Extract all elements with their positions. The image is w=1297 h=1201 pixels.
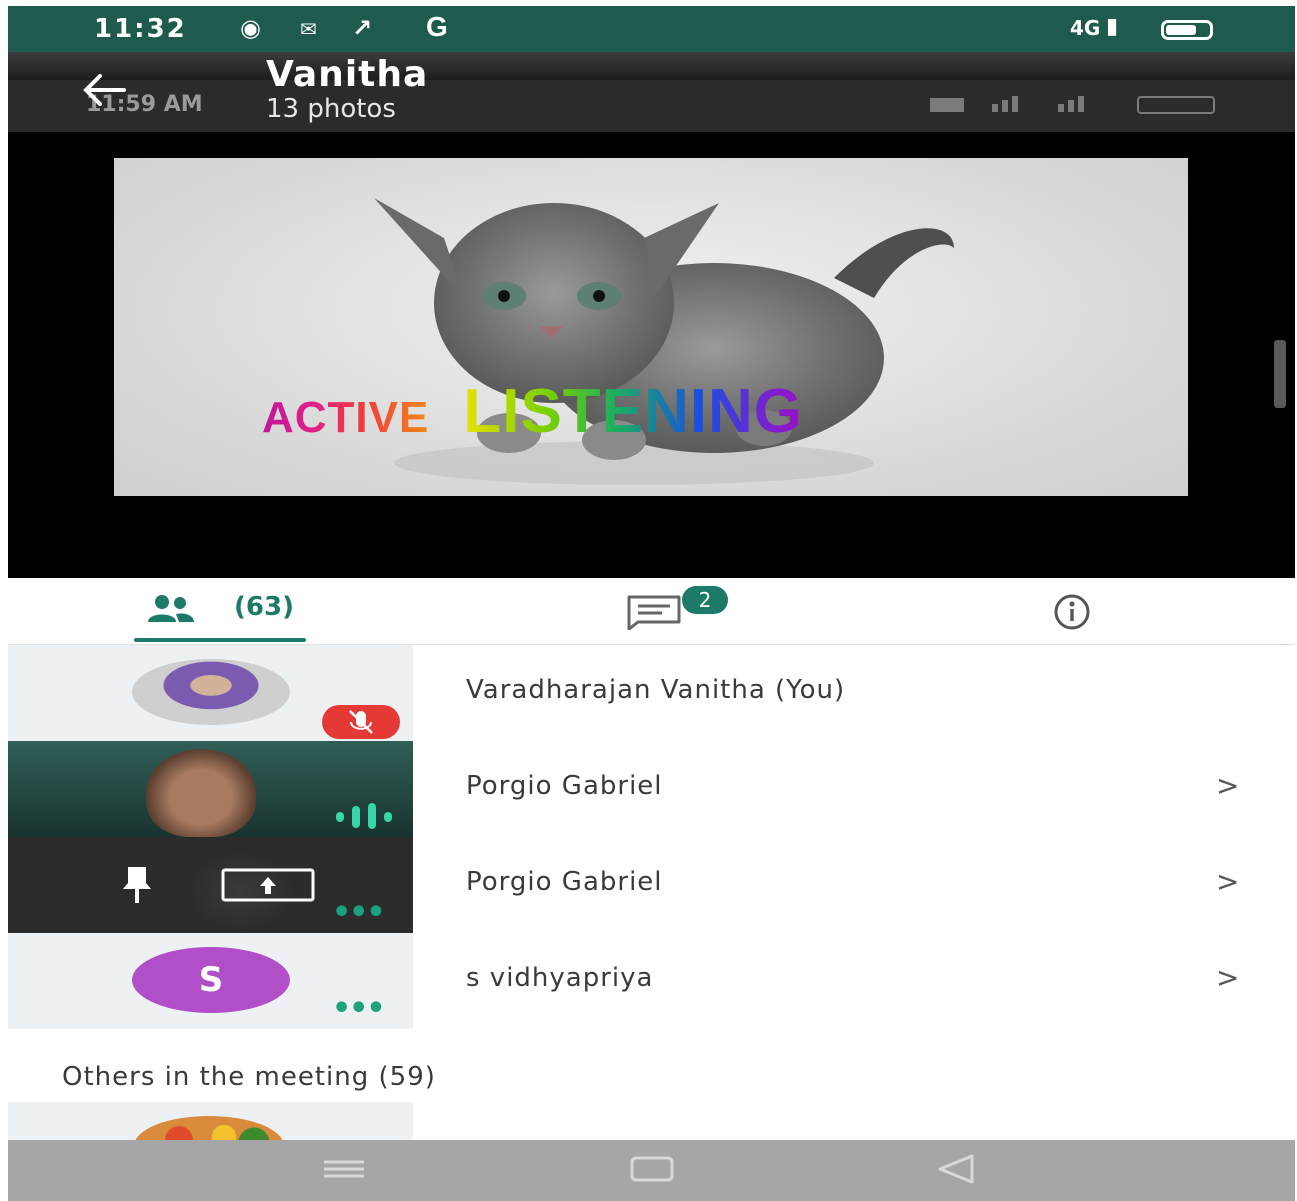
others-section-title: Others in the meeting (59)	[62, 1062, 436, 1092]
back-arrow-icon[interactable]	[78, 70, 128, 110]
back-nav-icon[interactable]	[932, 1152, 980, 1186]
meeting-header: 11:59 AM Vanitha 13 photos	[8, 52, 1295, 132]
active-tab-indicator	[134, 638, 306, 642]
participant-tile: S •••	[8, 933, 413, 1029]
participant-name: s vidhyapriya	[466, 963, 654, 993]
signal-icon: ▮	[1106, 14, 1119, 39]
tab-chat[interactable]: 2	[616, 578, 736, 644]
participant-row[interactable]: ••• Porgio Gabriel >	[8, 837, 1295, 933]
tab-info[interactable]	[1052, 578, 1122, 644]
chevron-right-icon[interactable]: >	[1216, 865, 1239, 898]
slide-word-listening: LISTENING	[463, 377, 804, 446]
more-options-icon[interactable]: •••	[332, 898, 386, 928]
participant-tile	[8, 645, 413, 741]
people-count: (63)	[234, 592, 294, 622]
participant-row[interactable]: S ••• s vidhyapriya >	[8, 933, 1295, 1029]
participant-video-tile	[8, 741, 413, 837]
overlay-status-icons	[930, 94, 1230, 121]
present-screen-icon[interactable]	[220, 867, 316, 903]
battery-icon	[1161, 20, 1213, 40]
google-icon: G	[426, 11, 448, 42]
menu-icon[interactable]	[320, 1152, 368, 1186]
missed-call-icon: ↗	[352, 14, 373, 42]
network-type: 4G	[1070, 16, 1101, 40]
tab-people[interactable]: (63)	[128, 578, 318, 644]
participant-video	[146, 749, 256, 837]
people-icon	[148, 595, 194, 622]
system-nav-bar	[8, 1140, 1295, 1201]
chat-icon	[627, 595, 681, 630]
participant-row[interactable]: Porgio Gabriel >	[8, 741, 1295, 837]
avatar	[132, 659, 290, 725]
pin-icon[interactable]	[120, 865, 154, 905]
avatar	[134, 1116, 284, 1142]
scroll-handle[interactable]	[1274, 340, 1286, 408]
presentation-view[interactable]: ACTIVE LISTENING	[8, 132, 1295, 578]
participant-tile[interactable]	[8, 1102, 413, 1142]
chat-unread-badge: 2	[682, 586, 728, 614]
participant-name: Varadharajan Vanitha (You)	[466, 675, 846, 705]
speaking-indicator-icon	[336, 803, 392, 829]
participant-presentation-tile: •••	[8, 837, 413, 933]
participant-name: Porgio Gabriel	[466, 867, 663, 897]
slide-word-active: ACTIVE	[262, 393, 430, 442]
status-bar: 11:32 ◉ ✉ ↗ G 4G ▮	[8, 6, 1295, 52]
more-options-icon[interactable]: •••	[332, 994, 386, 1024]
avatar: S	[132, 947, 290, 1013]
meeting-tabs: (63) 2	[8, 578, 1295, 645]
chevron-right-icon[interactable]: >	[1216, 769, 1239, 802]
page-subtitle: 13 photos	[266, 94, 396, 124]
info-icon	[1054, 594, 1090, 630]
chrome-icon: ◉	[240, 14, 261, 42]
slide-caption: ACTIVE LISTENING	[262, 376, 803, 447]
chevron-right-icon[interactable]: >	[1216, 961, 1239, 994]
mic-off-icon	[322, 705, 400, 739]
participant-row[interactable]: Varadharajan Vanitha (You)	[8, 645, 1295, 741]
gmail-icon: ✉	[300, 17, 317, 41]
participant-name: Porgio Gabriel	[466, 771, 663, 801]
home-icon[interactable]	[628, 1152, 676, 1186]
status-time: 11:32	[94, 14, 187, 44]
page-title: Vanitha	[266, 54, 429, 95]
shared-slide: ACTIVE LISTENING	[114, 158, 1188, 496]
